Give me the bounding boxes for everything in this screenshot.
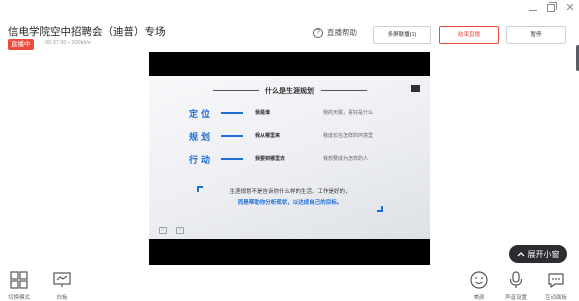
status-badge: 直播中	[8, 39, 34, 50]
row-dash	[221, 135, 243, 137]
whiteboard-icon	[53, 272, 71, 287]
microphone-icon	[509, 271, 523, 288]
stream-meta: 00:37:30 • 200kb/s	[45, 40, 91, 46]
slide-row: 规划 我从哪里来 我成长在怎样的环境里	[149, 130, 430, 142]
row-description: 我想要成为怎样的人	[323, 156, 369, 162]
row-question: 我是谁	[255, 110, 271, 116]
audio-settings-button[interactable]: 声音设置	[505, 270, 527, 301]
chat-icon	[548, 273, 564, 288]
window-controls: ✕	[529, 2, 575, 14]
smile-icon	[470, 271, 488, 289]
grid-icon	[10, 271, 28, 289]
end-live-button[interactable]: 结束直播	[439, 26, 499, 44]
quote-line-2: 而是帮助你分析现状，以达成自己的目标。	[237, 200, 343, 206]
quote-line-1: 生涯规划不是告诉你什么样的生活、工作是好的，	[229, 189, 351, 195]
row-keyword: 定位	[189, 109, 214, 119]
slide-corner-icon	[411, 85, 420, 92]
quote-bracket-close	[377, 206, 383, 212]
slide-quote: 生涯规划不是告诉你什么样的生活、工作是好的， 而是帮助你分析现状，以达成自己的目…	[197, 187, 383, 206]
elapsed-time: 00:37:30	[45, 40, 67, 46]
title-rule-right	[321, 90, 367, 91]
beauty-button[interactable]: 美颜	[469, 270, 489, 301]
audio-settings-label: 声音设置	[505, 295, 528, 301]
row-keyword: 规划	[189, 132, 214, 142]
expand-label: 展开小窗	[527, 249, 560, 259]
close-icon[interactable]: ✕	[565, 2, 575, 14]
bitrate: 200kb/s	[71, 40, 91, 46]
interaction-panel-button[interactable]: 互动面板	[545, 270, 567, 301]
minimize-icon[interactable]	[529, 10, 537, 11]
interaction-panel-label: 互动面板	[545, 295, 568, 301]
expand-mini-window-button[interactable]: 展开小窗	[509, 245, 567, 263]
row-keyword: 行动	[189, 155, 214, 165]
page-title: 信电学院空中招聘会（迪普）专场	[8, 26, 166, 38]
row-dash	[221, 112, 243, 114]
video-stage: 什么是生涯规划 定位 我是谁 我的天赋，喜好是什么 规划 我从哪里来 我成长在怎…	[149, 52, 430, 265]
row-description: 我成长在怎样的环境里	[323, 133, 374, 139]
restore-icon[interactable]	[547, 2, 557, 12]
pause-button[interactable]: 暂停	[506, 26, 566, 44]
row-dash	[221, 158, 243, 160]
switch-mode-label: 切换模式	[8, 295, 31, 301]
help-link[interactable]: ? 直播帮助	[313, 27, 357, 38]
slide-title: 什么是生涯规划	[265, 88, 314, 95]
row-question: 我从哪里来	[255, 133, 281, 139]
presentation-slide: 什么是生涯规划 定位 我是谁 我的天赋，喜好是什么 规划 我从哪里来 我成长在怎…	[149, 76, 430, 239]
beauty-label: 美颜	[473, 295, 485, 301]
help-icon: ?	[313, 27, 323, 38]
help-label: 直播帮助	[327, 28, 357, 37]
next-slide-button[interactable]: ›	[176, 227, 184, 234]
whiteboard-label: 白板	[56, 295, 68, 301]
chevron-up-icon	[517, 252, 524, 257]
switch-mode-button[interactable]: 切换模式	[8, 270, 30, 301]
slide-row: 定位 我是谁 我的天赋，喜好是什么	[149, 107, 430, 119]
row-description: 我的天赋，喜好是什么	[323, 110, 374, 116]
live-streaming-window: ✕ 信电学院空中招聘会（迪普）专场 直播中 00:37:30 • 200kb/s…	[0, 0, 579, 301]
multi-device-button[interactable]: 多屏联播(1)	[373, 26, 431, 44]
slide-row: 行动 我要到哪里去 我想要成为怎样的人	[149, 153, 430, 165]
prev-slide-button[interactable]: ‹	[159, 227, 167, 234]
whiteboard-button[interactable]: 白板	[52, 270, 72, 301]
row-question: 我要到哪里去	[255, 156, 286, 162]
